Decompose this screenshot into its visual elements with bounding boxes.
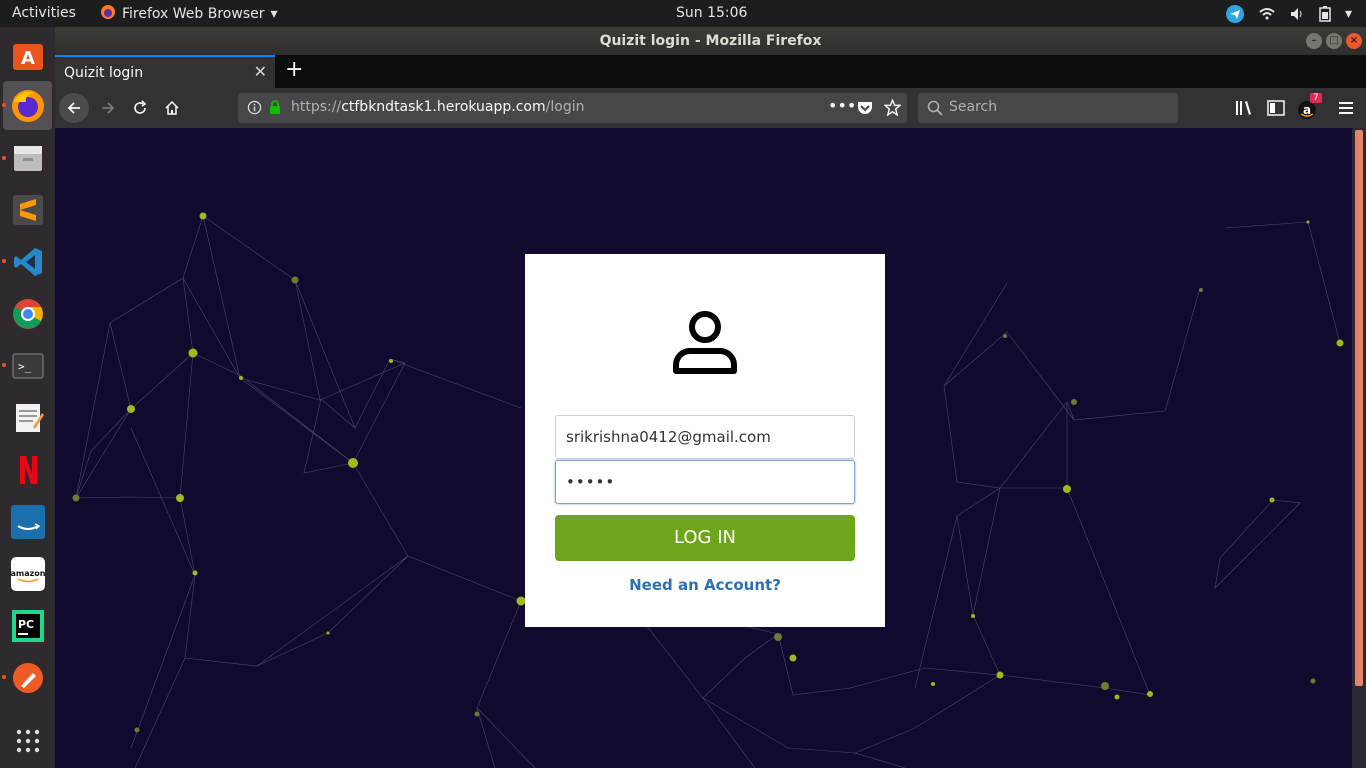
url-path: /login	[545, 99, 585, 115]
close-window-button[interactable]: ×	[1346, 33, 1362, 49]
email-field[interactable]: srikrishna0412@gmail.com	[555, 415, 855, 459]
amazon-prime-icon[interactable]	[3, 497, 52, 546]
svg-text:amazon: amazon	[10, 569, 45, 578]
new-tab-button[interactable]: +	[285, 59, 303, 81]
sidebar-icon[interactable]	[1267, 100, 1285, 120]
terminal-icon[interactable]: >_	[3, 341, 52, 390]
maximize-button[interactable]: □	[1326, 33, 1342, 49]
window-title-bar: Quizit login - Mozilla Firefox – □ ×	[55, 27, 1366, 55]
url-host: ctfbkndtask1.herokuapp.com	[341, 99, 546, 115]
wifi-icon[interactable]	[1259, 6, 1275, 22]
running-indicator	[2, 363, 6, 367]
minimize-button[interactable]: –	[1306, 33, 1322, 49]
sublime-text-icon[interactable]	[3, 185, 52, 234]
system-top-bar: Activities Firefox Web Browser ▾ Sun 15:…	[0, 0, 1366, 27]
power-menu-icon[interactable]: ▾	[1345, 6, 1352, 22]
app-menu[interactable]: Firefox Web Browser ▾	[100, 4, 278, 24]
svg-text:>_: >_	[18, 360, 32, 373]
window-title: Quizit login - Mozilla Firefox	[599, 33, 822, 49]
home-button[interactable]	[158, 94, 186, 122]
running-indicator	[2, 103, 6, 107]
library-icon[interactable]	[1235, 100, 1253, 120]
forward-button[interactable]	[94, 94, 122, 122]
software-center-icon[interactable]: A	[3, 30, 52, 79]
window-controls: – □ ×	[1306, 33, 1362, 49]
reload-button[interactable]	[126, 94, 154, 122]
clock[interactable]: Sun 15:06	[676, 5, 747, 21]
battery-icon[interactable]	[1319, 6, 1331, 22]
pocket-icon[interactable]	[857, 100, 873, 120]
telegram-icon[interactable]	[1225, 4, 1245, 24]
scrollbar-thumb[interactable]	[1355, 130, 1363, 686]
running-indicator	[2, 675, 6, 679]
url-bar[interactable]: https://ctfbkndtask1.herokuapp.com/login…	[238, 93, 907, 123]
need-account-link[interactable]: Need an Account?	[525, 576, 885, 594]
page-actions-icon[interactable]: •••	[828, 96, 856, 115]
extension-badge: 7	[1310, 93, 1322, 103]
scrollbar[interactable]	[1352, 128, 1366, 768]
close-tab-icon[interactable]: ✕	[254, 62, 267, 81]
search-icon	[927, 100, 943, 120]
password-field[interactable]: •••••	[555, 460, 855, 504]
url-text: https://ctfbkndtask1.herokuapp.com/login	[291, 99, 584, 115]
running-indicator	[2, 259, 6, 263]
postman-icon[interactable]	[3, 653, 52, 702]
back-button[interactable]	[59, 93, 89, 123]
navigation-toolbar: https://ctfbkndtask1.herokuapp.com/login…	[55, 88, 1366, 128]
login-card: srikrishna0412@gmail.com ••••• LOG IN Ne…	[525, 254, 885, 627]
bookmark-star-icon[interactable]	[883, 98, 902, 120]
show-apps-icon[interactable]	[3, 716, 52, 765]
lock-icon[interactable]	[268, 99, 282, 119]
app-menu-label: Firefox Web Browser	[122, 6, 265, 22]
firefox-small-icon	[100, 4, 116, 24]
vscode-icon[interactable]	[3, 237, 52, 286]
dock: A >_ amazon PC	[0, 27, 55, 768]
search-bar[interactable]: Search	[918, 93, 1178, 123]
svg-text:A: A	[21, 48, 35, 69]
tab-bar: Quizit login ✕ +	[55, 55, 1366, 88]
chevron-down-icon: ▾	[270, 6, 278, 22]
info-icon[interactable]	[247, 100, 262, 119]
volume-icon[interactable]	[1289, 6, 1305, 22]
login-button[interactable]: LOG IN	[555, 515, 855, 561]
amazon-icon[interactable]: amazon	[3, 549, 52, 598]
tab-quizit-login[interactable]: Quizit login ✕	[55, 55, 275, 88]
page-content: srikrishna0412@gmail.com ••••• LOG IN Ne…	[55, 128, 1352, 768]
activities-button[interactable]: Activities	[12, 5, 76, 21]
system-tray[interactable]: ▾	[1225, 4, 1352, 24]
chrome-icon[interactable]	[3, 289, 52, 338]
user-icon	[671, 308, 739, 380]
tab-label: Quizit login	[64, 65, 144, 81]
files-icon[interactable]	[3, 133, 52, 182]
amazon-extension-icon[interactable]: a 7	[1297, 93, 1322, 124]
hamburger-menu-icon[interactable]	[1338, 100, 1354, 120]
running-indicator	[2, 156, 6, 160]
search-placeholder: Search	[949, 99, 998, 115]
text-editor-icon[interactable]	[3, 393, 52, 442]
pycharm-icon[interactable]: PC	[3, 601, 52, 650]
netflix-icon[interactable]	[3, 445, 52, 494]
url-scheme: https://	[291, 99, 342, 115]
svg-text:PC: PC	[18, 618, 34, 631]
firefox-icon[interactable]	[3, 81, 52, 130]
